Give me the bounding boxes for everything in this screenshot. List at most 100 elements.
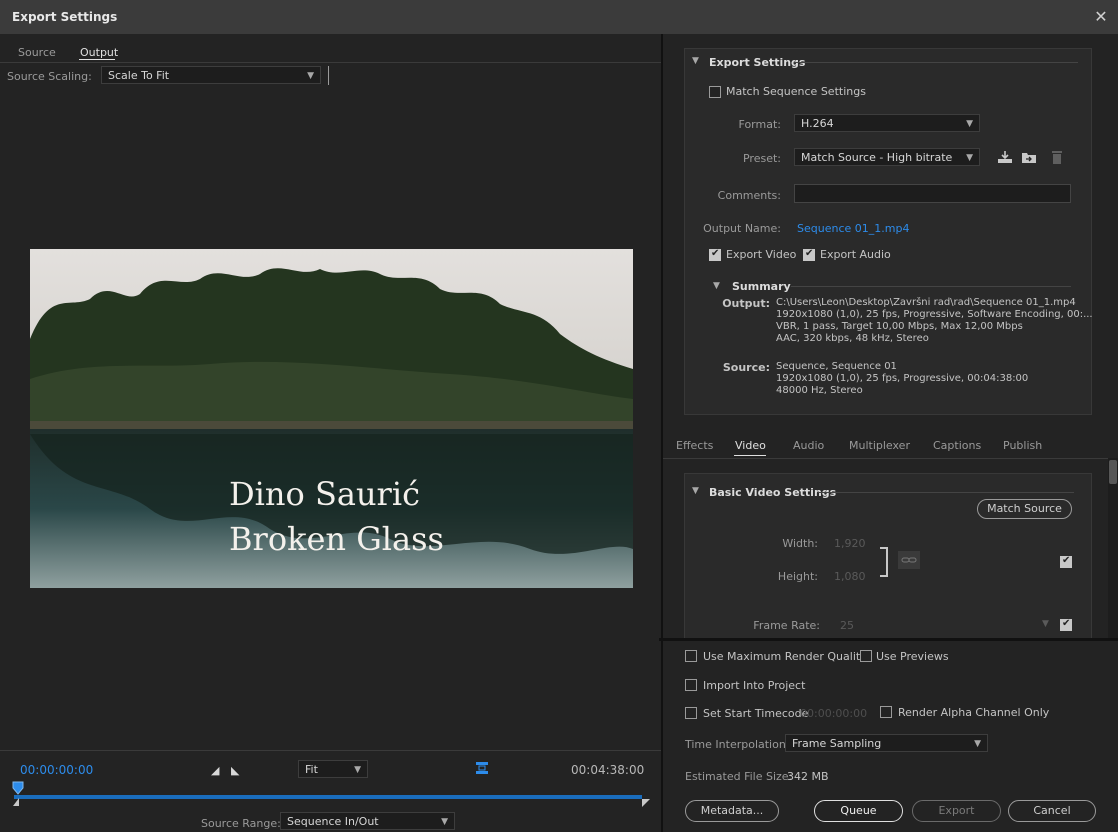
playhead-icon[interactable]	[12, 781, 24, 795]
source-scaling-value: Scale To Fit	[108, 69, 170, 82]
import-into-project-checkbox[interactable]	[685, 679, 697, 691]
set-start-timecode-label[interactable]: Set Start Timecode	[703, 707, 808, 720]
divider	[328, 66, 329, 85]
export-video-checkbox[interactable]	[709, 248, 721, 261]
divider	[0, 750, 661, 751]
divider	[818, 492, 1074, 493]
source-range-value: Sequence In/Out	[287, 815, 379, 828]
source-scaling-label: Source Scaling:	[7, 70, 92, 83]
divider	[663, 458, 1118, 459]
link-icon[interactable]	[898, 551, 920, 569]
height-value[interactable]: 1,080	[834, 570, 866, 583]
import-into-project-label[interactable]: Import Into Project	[703, 679, 805, 692]
cancel-button[interactable]: Cancel	[1008, 800, 1096, 822]
dimensions-override-checkbox[interactable]	[1060, 555, 1072, 568]
collapse-chevron-icon[interactable]: ▼	[692, 56, 699, 66]
render-alpha-label[interactable]: Render Alpha Channel Only	[898, 706, 1049, 719]
render-alpha-checkbox[interactable]	[880, 706, 892, 718]
queue-button[interactable]: Queue	[814, 800, 903, 822]
chevron-down-icon: ▼	[307, 71, 314, 81]
time-interpolation-dropdown[interactable]: Frame Sampling ▼	[785, 734, 988, 752]
max-render-quality-label[interactable]: Use Maximum Render Quality	[703, 650, 867, 663]
tab-audio[interactable]: Audio	[793, 439, 824, 452]
comments-input[interactable]	[794, 184, 1071, 203]
set-start-timecode-checkbox[interactable]	[685, 707, 697, 719]
source-range-label: Source Range:	[201, 817, 281, 830]
export-button[interactable]: Export	[912, 800, 1001, 822]
format-label: Format:	[738, 118, 781, 131]
summary-heading: Summary	[732, 280, 791, 293]
mark-out-icon[interactable]: ◣	[231, 764, 239, 777]
active-tab-indicator	[79, 59, 115, 60]
title-overlay-line-1: Dino Saurić	[229, 475, 420, 513]
mark-in-icon[interactable]: ◢	[211, 764, 219, 777]
chevron-down-icon: ▼	[354, 765, 361, 775]
use-previews-checkbox[interactable]	[860, 650, 872, 662]
start-timecode-field[interactable]: 00:00:00:00	[800, 707, 867, 720]
output-name-link[interactable]: Sequence 01_1.mp4	[797, 222, 909, 235]
metadata-button[interactable]: Metadata...	[685, 800, 779, 822]
match-source-button[interactable]: Match Source	[977, 499, 1072, 519]
summary-output-value: C:\Users\Leon\Desktop\Završni rad\rad\Se…	[776, 297, 1093, 344]
divider	[0, 62, 661, 63]
title-bar	[0, 0, 1118, 34]
match-sequence-checkbox[interactable]	[709, 86, 721, 98]
tab-publish[interactable]: Publish	[1003, 439, 1042, 452]
frame-rate-value[interactable]: 25	[840, 619, 854, 632]
scrollbar-thumb[interactable]	[1109, 460, 1117, 484]
time-interpolation-value: Frame Sampling	[792, 737, 882, 750]
preset-label: Preset:	[742, 152, 781, 165]
frame-rate-override-checkbox[interactable]	[1060, 618, 1072, 631]
tab-effects[interactable]: Effects	[676, 439, 713, 452]
tab-video[interactable]: Video	[735, 439, 766, 452]
dimension-bracket	[880, 547, 888, 577]
active-tab-indicator	[734, 455, 766, 456]
chevron-down-icon[interactable]: ▼	[1042, 619, 1049, 629]
title-overlay-line-2: Broken Glass	[229, 520, 444, 558]
estimated-size-value: 342 MB	[787, 770, 829, 783]
timecode-duration: 00:04:38:00	[571, 763, 645, 777]
range-end-handle[interactable]	[642, 799, 656, 807]
width-value[interactable]: 1,920	[834, 537, 866, 550]
max-render-quality-checkbox[interactable]	[685, 650, 697, 662]
chevron-down-icon: ▼	[966, 153, 973, 163]
tab-output[interactable]: Output	[80, 46, 118, 59]
source-scaling-dropdown[interactable]: Scale To Fit ▼	[101, 66, 321, 84]
summary-source-key: Source:	[722, 361, 770, 374]
export-audio-label[interactable]: Export Audio	[820, 248, 891, 261]
timecode-current[interactable]: 00:00:00:00	[20, 763, 93, 777]
zoom-value: Fit	[305, 763, 318, 776]
scrollbar-track[interactable]	[1108, 458, 1118, 638]
time-interpolation-label: Time Interpolation:	[685, 738, 790, 751]
chevron-down-icon: ▼	[966, 119, 973, 129]
match-sequence-label[interactable]: Match Sequence Settings	[726, 85, 866, 98]
divider	[659, 638, 1118, 641]
import-preset-icon[interactable]	[1020, 150, 1038, 164]
export-video-label[interactable]: Export Video	[726, 248, 796, 261]
source-range-dropdown[interactable]: Sequence In/Out ▼	[280, 812, 455, 830]
width-label: Width:	[782, 537, 818, 550]
format-dropdown[interactable]: H.264 ▼	[794, 114, 980, 132]
tab-multiplexer[interactable]: Multiplexer	[849, 439, 910, 452]
summary-source-value: Sequence, Sequence 01 1920x1080 (1,0), 2…	[776, 361, 1029, 396]
tab-source[interactable]: Source	[18, 46, 56, 59]
zoom-dropdown[interactable]: Fit ▼	[298, 760, 368, 778]
divider	[791, 286, 1071, 287]
collapse-chevron-icon[interactable]: ▼	[692, 486, 699, 496]
range-start-handle[interactable]	[13, 798, 19, 806]
use-previews-label[interactable]: Use Previews	[876, 650, 949, 663]
summary-output-key: Output:	[722, 297, 770, 310]
collapse-chevron-icon[interactable]: ▼	[713, 281, 720, 291]
tab-captions[interactable]: Captions	[933, 439, 981, 452]
chevron-down-icon: ▼	[974, 739, 981, 749]
aspect-correction-icon[interactable]	[474, 760, 490, 776]
divider	[794, 62, 1078, 63]
export-audio-checkbox[interactable]	[803, 248, 815, 261]
delete-preset-icon[interactable]	[1050, 149, 1064, 165]
close-icon[interactable]: ✕	[1090, 6, 1112, 28]
save-preset-icon[interactable]	[996, 150, 1014, 164]
timeline-track[interactable]	[14, 795, 642, 799]
window-title: Export Settings	[12, 10, 118, 24]
preset-dropdown[interactable]: Match Source - High bitrate ▼	[794, 148, 980, 166]
estimated-size-label: Estimated File Size:	[685, 770, 793, 783]
